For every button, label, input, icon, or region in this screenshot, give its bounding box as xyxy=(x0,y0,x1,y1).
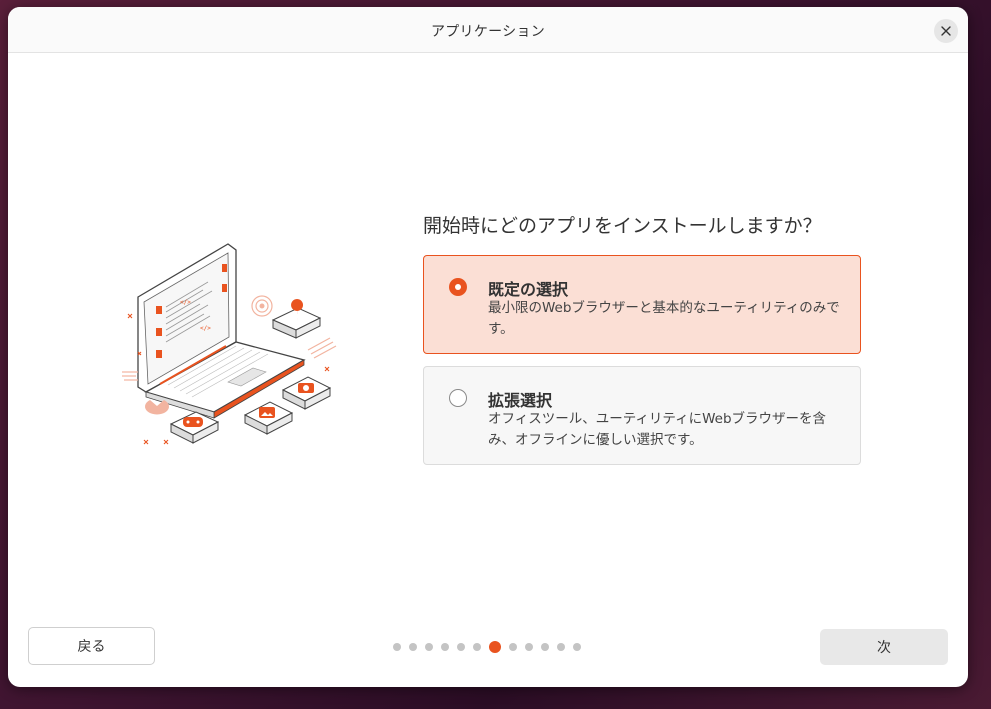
option-extended-selection[interactable]: 拡張選択 オフィスツール、ユーティリティにWebブラウザーを含み、オフラインに優… xyxy=(423,366,861,465)
page-dot xyxy=(393,643,401,651)
option-title: 拡張選択 xyxy=(488,391,553,410)
option-title: 既定の選択 xyxy=(488,280,569,299)
svg-text:</>: </> xyxy=(180,299,191,306)
camera-app-tile xyxy=(281,376,332,410)
svg-text:</>: </> xyxy=(200,325,211,332)
close-icon xyxy=(941,26,951,36)
page-dot xyxy=(573,643,581,651)
option-description: オフィスツール、ユーティリティにWebブラウザーを含み、オフラインに優しい選択で… xyxy=(488,411,827,448)
page-dot xyxy=(473,643,481,651)
page-indicator xyxy=(393,641,581,653)
title-bar: アプリケーション xyxy=(8,7,968,53)
radio-button-selected[interactable] xyxy=(449,278,467,296)
page-dot xyxy=(525,643,533,651)
location-app-tile xyxy=(271,299,322,339)
page-dot xyxy=(557,643,565,651)
installer-window: アプリケーション </> </> 開始時にどのアプリをインストールしますか？ 既… xyxy=(8,7,968,687)
next-button[interactable]: 次 xyxy=(820,629,948,665)
option-default-selection[interactable]: 既定の選択 最小限のWebブラウザーと基本的なユーティリティのみです。 xyxy=(423,255,861,354)
page-dot-active xyxy=(489,641,501,653)
option-description: 最小限のWebブラウザーと基本的なユーティリティのみです。 xyxy=(488,300,840,337)
radio-button-unselected[interactable] xyxy=(449,389,467,407)
page-question: 開始時にどのアプリをインストールしますか？ xyxy=(423,215,822,237)
page-dot xyxy=(541,643,549,651)
page-dot xyxy=(409,643,417,651)
page-dot xyxy=(509,643,517,651)
page-dot xyxy=(457,643,465,651)
back-button[interactable]: 戻る xyxy=(28,627,155,665)
window-title: アプリケーション xyxy=(430,24,546,40)
page-dot xyxy=(441,643,449,651)
close-button[interactable] xyxy=(934,19,958,43)
laptop-apps-illustration: </> </> xyxy=(122,243,337,445)
photo-app-tile xyxy=(243,401,294,435)
page-dot xyxy=(425,643,433,651)
